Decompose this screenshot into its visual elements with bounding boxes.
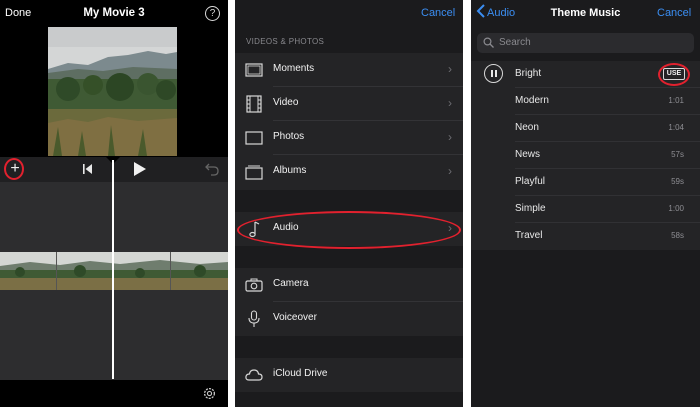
chevron-right-icon: ›	[448, 130, 452, 144]
playhead-line[interactable]	[112, 160, 114, 379]
editor-nav-bar: Done My Movie 3 ?	[0, 0, 228, 28]
track-duration: 59s	[671, 177, 684, 186]
track-list: Bright USE Modern 1:01 Neon 1:04 News 57…	[471, 61, 700, 250]
track-name: Playful	[515, 176, 546, 187]
track-row-neon[interactable]: Neon 1:04	[471, 115, 700, 142]
track-name: Bright	[515, 68, 542, 79]
media-item-label: Video	[273, 97, 299, 108]
media-item-camera[interactable]: Camera	[235, 268, 463, 302]
clip-frames	[0, 252, 228, 290]
track-duration: 1:04	[668, 123, 684, 132]
track-duration: 1:00	[668, 204, 684, 213]
highlight-circle	[237, 211, 461, 249]
microphone-icon	[248, 310, 260, 327]
media-item-label: Voiceover	[273, 312, 317, 323]
cloud-icon	[245, 369, 263, 381]
media-item-label: iCloud Drive	[273, 368, 328, 379]
skip-to-start-icon[interactable]	[83, 162, 93, 176]
track-name: News	[515, 149, 541, 160]
cancel-button[interactable]: Cancel	[657, 7, 691, 19]
cloud-group: iCloud Drive	[235, 358, 463, 392]
undo-icon[interactable]	[204, 161, 220, 177]
search-input[interactable]: Search	[477, 33, 694, 53]
videos-photos-group: Moments › Video › Photos › Albums ›	[235, 53, 463, 190]
media-item-label: Albums	[273, 165, 307, 176]
section-header: VIDEOS & PHOTOS	[246, 37, 325, 46]
chevron-right-icon: ›	[448, 96, 452, 110]
search-icon	[483, 37, 494, 48]
track-row-travel[interactable]: Travel 58s	[471, 223, 700, 250]
cancel-button[interactable]: Cancel	[421, 7, 455, 19]
media-item-label: Camera	[273, 278, 309, 289]
help-icon[interactable]: ?	[205, 6, 220, 21]
albums-icon	[245, 165, 263, 180]
track-row-modern[interactable]: Modern 1:01	[471, 88, 700, 115]
track-duration: 58s	[671, 231, 684, 240]
film-icon	[246, 95, 262, 113]
movie-title: My Movie 3	[83, 7, 145, 19]
track-name: Travel	[515, 230, 543, 241]
media-item-albums[interactable]: Albums ›	[235, 155, 463, 189]
media-item-video[interactable]: Video ›	[235, 87, 463, 121]
track-row-simple[interactable]: Simple 1:00	[471, 196, 700, 223]
photo-icon	[245, 131, 263, 145]
highlight-circle	[658, 63, 690, 86]
chevron-right-icon: ›	[448, 62, 452, 76]
track-name: Modern	[515, 95, 549, 106]
record-group: Camera Voiceover	[235, 268, 463, 336]
pause-icon[interactable]	[484, 64, 503, 83]
highlight-circle	[4, 158, 24, 180]
track-row-playful[interactable]: Playful 59s	[471, 169, 700, 196]
media-item-photos[interactable]: Photos ›	[235, 121, 463, 155]
media-item-label: Photos	[273, 131, 305, 142]
track-row-news[interactable]: News 57s	[471, 142, 700, 169]
search-placeholder: Search	[499, 37, 531, 48]
video-preview	[48, 27, 177, 156]
settings-gear-icon[interactable]	[202, 386, 217, 401]
track-duration: 57s	[671, 150, 684, 159]
track-name: Neon	[515, 122, 539, 133]
editor-bottom-bar	[0, 380, 228, 407]
media-item-voiceover[interactable]: Voiceover	[235, 302, 463, 336]
landscape-thumbnail	[48, 27, 177, 156]
theme-music-panel: Audio Theme Music Cancel Search Bright U…	[471, 0, 700, 407]
media-browser-panel: Cancel VIDEOS & PHOTOS Moments › Video ›	[235, 0, 463, 407]
play-icon[interactable]	[132, 162, 146, 176]
camera-icon	[245, 278, 263, 292]
video-clip-strip[interactable]	[0, 252, 228, 290]
track-row-bright[interactable]: Bright USE	[471, 61, 700, 88]
media-item-moments[interactable]: Moments ›	[235, 53, 463, 87]
chevron-right-icon: ›	[448, 164, 452, 178]
movie-editor-panel: Done My Movie 3 ? +	[0, 0, 228, 407]
media-item-icloud-drive[interactable]: iCloud Drive	[235, 358, 463, 392]
media-item-label: Moments	[273, 63, 315, 74]
track-name: Simple	[515, 203, 546, 214]
moments-icon	[245, 63, 263, 77]
track-duration: 1:01	[668, 96, 684, 105]
